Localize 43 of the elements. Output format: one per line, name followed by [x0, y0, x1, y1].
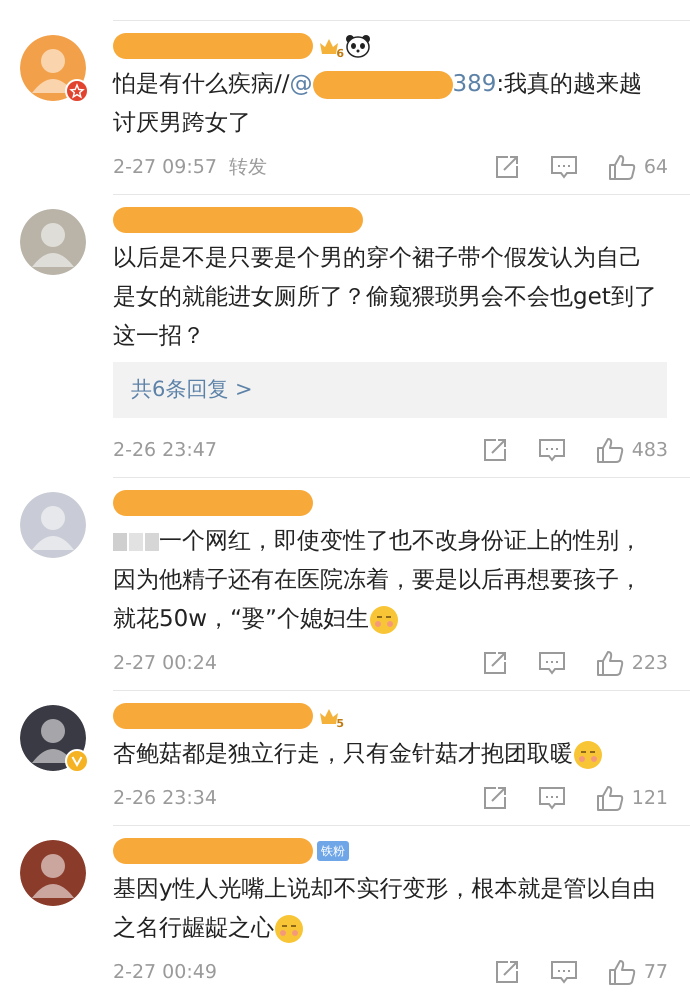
comment-text: 杏鲍菇都是独立行走，只有金针菇才抱团取暖 — [113, 735, 658, 774]
timestamp: 2-27 00:24 — [113, 650, 217, 676]
star-badge-icon — [64, 79, 88, 103]
share-button[interactable] — [482, 650, 508, 676]
forward-link[interactable]: 转发 — [228, 152, 267, 182]
emoji-icon — [368, 604, 399, 635]
thumbs-up-icon — [596, 436, 624, 464]
share-button[interactable] — [494, 154, 520, 180]
comment-text: 一个网红，即使变性了也不改身份证上的性别，因为他精子还有在医院冻着，要是以后再想要孩子，就花50w，“娶”个媳妇生 — [113, 522, 658, 639]
comment-text: 以后是不是只要是个男的穿个裙子带个假发认为自己是女的就能进女厕所了？偷窥猥琐男会不会也get到了这一招？ — [113, 244, 658, 351]
avatar[interactable] — [20, 840, 86, 906]
comment-button[interactable] — [538, 437, 566, 463]
comment-text: 基因y性人光嘴上说却不实行变形，根本就是管以自由之名行龌龊之心 — [113, 870, 658, 948]
comment-text: 怕是有什么疾病//@ 389:我真的越来越讨厌男跨女了 — [113, 70, 644, 138]
comment-button[interactable] — [550, 154, 578, 180]
emoji-icon — [274, 914, 304, 944]
like-button[interactable]: 121 — [596, 784, 668, 812]
like-button[interactable]: 77 — [608, 958, 668, 986]
timestamp: 2-27 09:57 — [113, 154, 217, 180]
like-button[interactable]: 64 — [608, 152, 668, 182]
panda-icon — [345, 34, 371, 58]
comment-button[interactable] — [550, 959, 578, 985]
like-button[interactable]: 483 — [596, 436, 668, 464]
replies-link[interactable]: 共6条回复 > — [131, 374, 253, 406]
thumbs-up-icon — [608, 958, 636, 986]
timestamp: 2-26 23:34 — [113, 786, 217, 811]
thumbs-up-icon — [596, 784, 624, 812]
emoji-icon — [573, 740, 603, 770]
level-badge: 6 — [317, 34, 341, 58]
comment-button[interactable] — [538, 785, 566, 811]
verified-badge-icon — [64, 749, 88, 773]
timestamp: 2-27 00:49 — [113, 960, 217, 985]
fan-tag: 铁粉 — [317, 841, 349, 861]
like-button[interactable]: 223 — [596, 648, 668, 678]
share-button[interactable] — [482, 437, 508, 463]
level-badge: 5 — [317, 704, 341, 728]
thumbs-up-icon — [596, 649, 624, 677]
comment-button[interactable] — [538, 650, 566, 676]
timestamp: 2-26 23:47 — [113, 438, 217, 463]
thumbs-up-icon — [608, 153, 636, 181]
share-button[interactable] — [482, 785, 508, 811]
share-button[interactable] — [494, 959, 520, 985]
avatar[interactable] — [20, 705, 86, 771]
